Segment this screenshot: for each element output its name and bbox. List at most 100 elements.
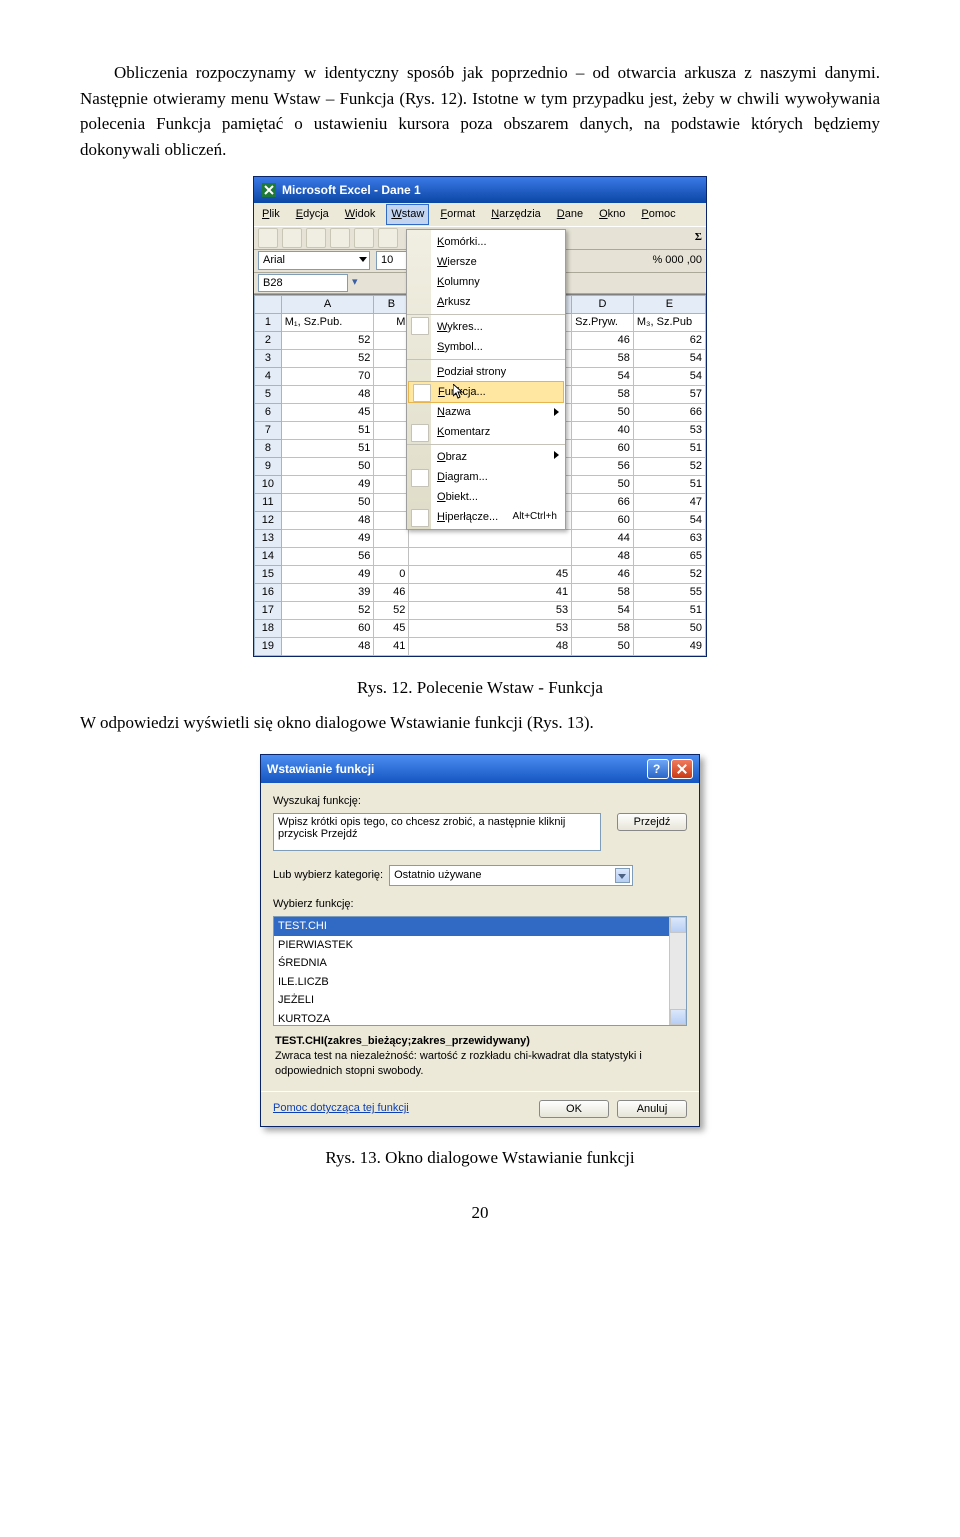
cell[interactable]: 0 xyxy=(374,565,409,583)
row-header[interactable]: 12 xyxy=(255,511,282,529)
row-header[interactable]: 11 xyxy=(255,493,282,511)
cell[interactable]: 54 xyxy=(572,367,634,385)
cell[interactable]: 55 xyxy=(633,583,705,601)
toolbar-button[interactable] xyxy=(354,228,374,248)
menu-item-symbol[interactable]: Symbol... xyxy=(407,337,565,357)
menu-item-hiperłącze[interactable]: Hiperłącze...Alt+Ctrl+h xyxy=(407,507,565,527)
menu-item-widok[interactable]: Widok xyxy=(341,205,380,224)
cell[interactable]: 54 xyxy=(633,349,705,367)
cell[interactable]: 46 xyxy=(374,583,409,601)
cell[interactable] xyxy=(374,385,409,403)
cell[interactable]: 56 xyxy=(572,457,634,475)
cell[interactable]: 52 xyxy=(633,565,705,583)
cell[interactable]: 51 xyxy=(633,475,705,493)
cell[interactable] xyxy=(374,493,409,511)
function-list-item[interactable]: JEŻELI xyxy=(274,991,686,1010)
function-list-item[interactable]: TEST.CHI xyxy=(274,917,686,936)
cell[interactable]: 48 xyxy=(572,547,634,565)
dialog-titlebar[interactable]: Wstawianie funkcji xyxy=(261,755,699,783)
row-header[interactable]: 13 xyxy=(255,529,282,547)
cell[interactable]: 58 xyxy=(572,385,634,403)
scroll-up-icon[interactable] xyxy=(670,917,686,933)
menu-item-funkcja[interactable]: Funkcja... xyxy=(408,381,564,403)
cell[interactable]: 65 xyxy=(633,547,705,565)
cell[interactable]: 54 xyxy=(633,367,705,385)
cell[interactable]: 40 xyxy=(572,421,634,439)
menu-item-okno[interactable]: Okno xyxy=(595,205,629,224)
cell[interactable]: 66 xyxy=(633,403,705,421)
function-list-item[interactable]: ILE.LICZB xyxy=(274,973,686,992)
toolbar-sigma-icon[interactable]: Σ xyxy=(695,229,702,246)
menu-item-pomoc[interactable]: Pomoc xyxy=(637,205,679,224)
cell[interactable]: 47 xyxy=(633,493,705,511)
cell[interactable]: 50 xyxy=(572,475,634,493)
cell[interactable]: 45 xyxy=(374,619,409,637)
menu-item-edycja[interactable]: Edycja xyxy=(292,205,333,224)
row-header[interactable]: 14 xyxy=(255,547,282,565)
close-icon[interactable] xyxy=(671,759,693,779)
cell[interactable]: 58 xyxy=(572,349,634,367)
cell[interactable]: 51 xyxy=(633,439,705,457)
corner-cell[interactable] xyxy=(255,295,282,313)
row-header[interactable]: 17 xyxy=(255,601,282,619)
cell[interactable]: 49 xyxy=(281,475,374,493)
menu-item-komentarz[interactable]: Komentarz xyxy=(407,422,565,442)
cancel-button[interactable]: Anuluj xyxy=(617,1100,687,1118)
cell[interactable]: 49 xyxy=(281,565,374,583)
cell[interactable] xyxy=(374,511,409,529)
column-header[interactable]: E xyxy=(633,295,705,313)
help-link[interactable]: Pomoc dotycząca tej funkcji xyxy=(273,1100,539,1117)
excel-grid[interactable]: ABCDE 1M₁, Sz.Pub.MSz.Pryw.M₃, Sz.Pub252… xyxy=(254,294,706,656)
cell[interactable] xyxy=(374,439,409,457)
cell[interactable]: 57 xyxy=(633,385,705,403)
menu-item-podział-strony[interactable]: Podział strony xyxy=(407,359,565,382)
cell[interactable]: 53 xyxy=(409,601,572,619)
row-header[interactable]: 18 xyxy=(255,619,282,637)
cell[interactable]: 58 xyxy=(572,619,634,637)
menu-item-plik[interactable]: Plik xyxy=(258,205,284,224)
column-header[interactable]: A xyxy=(281,295,374,313)
cell[interactable]: 62 xyxy=(633,331,705,349)
cell[interactable]: 52 xyxy=(281,331,374,349)
menu-item-wykres[interactable]: Wykres... xyxy=(407,314,565,337)
cell[interactable] xyxy=(409,529,572,547)
cell[interactable]: Sz.Pryw. xyxy=(572,313,634,331)
cell[interactable]: 50 xyxy=(572,403,634,421)
cell[interactable]: 70 xyxy=(281,367,374,385)
function-list-item[interactable]: PIERWIASTEK xyxy=(274,936,686,955)
row-header[interactable]: 5 xyxy=(255,385,282,403)
cell[interactable]: 53 xyxy=(409,619,572,637)
cell[interactable]: 54 xyxy=(633,511,705,529)
cell[interactable] xyxy=(409,547,572,565)
function-list-item[interactable]: KURTOZA xyxy=(274,1010,686,1027)
row-header[interactable]: 16 xyxy=(255,583,282,601)
cell[interactable]: 53 xyxy=(633,421,705,439)
menu-item-arkusz[interactable]: Arkusz xyxy=(407,292,565,312)
row-header[interactable]: 7 xyxy=(255,421,282,439)
cell[interactable]: 51 xyxy=(281,439,374,457)
toolbar-button[interactable] xyxy=(330,228,350,248)
row-header[interactable]: 3 xyxy=(255,349,282,367)
cell[interactable]: 60 xyxy=(572,511,634,529)
menu-item-kolumny[interactable]: Kolumny xyxy=(407,272,565,292)
excel-menubar[interactable]: PlikEdycjaWidokWstawFormatNarzędziaDaneO… xyxy=(254,203,706,226)
cell[interactable]: 39 xyxy=(281,583,374,601)
row-header[interactable]: 15 xyxy=(255,565,282,583)
toolbar-button[interactable] xyxy=(282,228,302,248)
toolbar-button[interactable] xyxy=(258,228,278,248)
cell[interactable]: 51 xyxy=(281,421,374,439)
cell[interactable]: 41 xyxy=(374,637,409,655)
listbox-scrollbar[interactable] xyxy=(669,917,686,1025)
wstaw-dropdown-menu[interactable]: Komórki...WierszeKolumnyArkuszWykres...S… xyxy=(406,229,566,530)
cell[interactable]: 45 xyxy=(281,403,374,421)
cell[interactable]: 48 xyxy=(281,385,374,403)
cell[interactable]: 50 xyxy=(281,457,374,475)
row-header[interactable]: 8 xyxy=(255,439,282,457)
cell[interactable]: 48 xyxy=(281,637,374,655)
cell[interactable]: 49 xyxy=(281,529,374,547)
cell[interactable]: M xyxy=(374,313,409,331)
cell[interactable]: 52 xyxy=(633,457,705,475)
cell[interactable] xyxy=(374,403,409,421)
cell[interactable] xyxy=(374,367,409,385)
toolbar-button[interactable] xyxy=(378,228,398,248)
